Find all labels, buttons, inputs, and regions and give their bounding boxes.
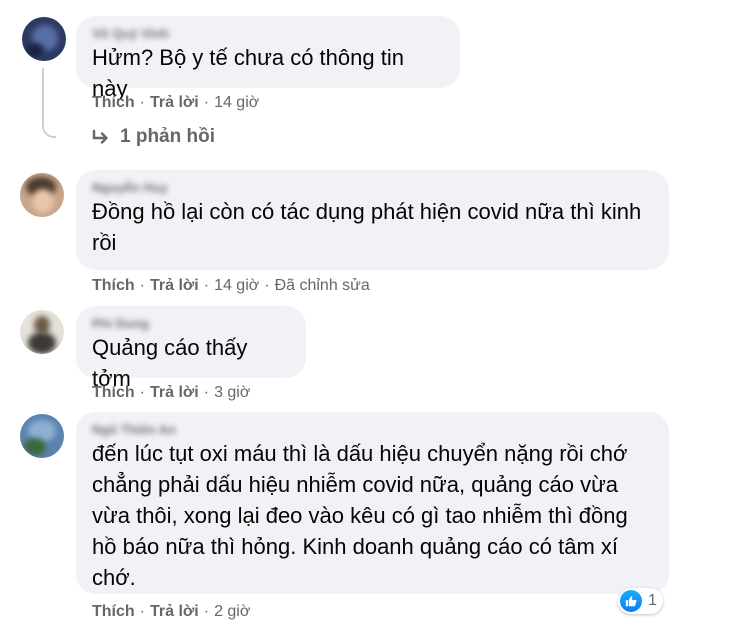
comment-text: đến lúc tụt oxi máu thì là dấu hiệu chuy… — [92, 441, 628, 590]
avatar[interactable] — [20, 414, 64, 458]
reply-button[interactable]: Trả lời — [150, 384, 199, 401]
comment-timestamp[interactable]: 2 giờ — [214, 603, 250, 620]
like-button[interactable]: Thích — [92, 94, 135, 111]
avatar[interactable] — [20, 173, 64, 217]
comment-bubble: Phi Dung Quảng cáo thấy tởm — [76, 306, 306, 391]
like-button[interactable]: Thích — [92, 277, 135, 294]
edited-label: Đã chỉnh sửa — [274, 277, 370, 294]
replies-count-label: 1 phản hồi — [120, 126, 215, 147]
comment-text: Đồng hồ lại còn có tác dụng phát hiện co… — [92, 199, 642, 255]
comment-author[interactable]: Nguyễn Huy — [92, 180, 653, 196]
like-button[interactable]: Thích — [92, 384, 135, 401]
comment-bubble: Ngô Thiên An đến lúc tụt oxi máu thì là … — [76, 412, 669, 594]
avatar[interactable] — [22, 17, 66, 61]
comment-author[interactable]: Võ Quý Vinh — [92, 26, 444, 42]
view-replies-link[interactable]: 1 phản hồi — [92, 126, 215, 148]
comment-actions: Thích · Trả lời · 14 giờ · Đã chỉnh sửa — [92, 277, 370, 294]
comment-author[interactable]: Phi Dung — [92, 316, 290, 332]
comment-timestamp[interactable]: 3 giờ — [214, 384, 250, 401]
comment-bubble: Võ Quý Vinh Hửm? Bộ y tế chưa có thông t… — [76, 16, 460, 101]
reaction-summary[interactable]: 1 — [618, 588, 663, 614]
reply-thread-line — [42, 68, 56, 138]
reply-arrow-icon — [92, 129, 108, 144]
comment-timestamp[interactable]: 14 giờ — [214, 94, 259, 111]
reply-button[interactable]: Trả lời — [150, 94, 199, 111]
reply-button[interactable]: Trả lời — [150, 603, 199, 620]
comment-actions: Thích · Trả lời · 2 giờ — [92, 603, 251, 620]
comment-actions: Thích · Trả lời · 14 giờ — [92, 94, 260, 111]
comment-bubble: Nguyễn Huy Đồng hồ lại còn có tác dụng p… — [76, 170, 669, 270]
reaction-count: 1 — [648, 592, 657, 609]
comment-timestamp[interactable]: 14 giờ — [214, 277, 259, 294]
reply-button[interactable]: Trả lời — [150, 277, 199, 294]
comment-actions: Thích · Trả lời · 3 giờ — [92, 384, 251, 401]
comment-author[interactable]: Ngô Thiên An — [92, 422, 653, 438]
like-icon — [620, 590, 642, 612]
avatar[interactable] — [20, 310, 64, 354]
like-button[interactable]: Thích — [92, 603, 135, 620]
